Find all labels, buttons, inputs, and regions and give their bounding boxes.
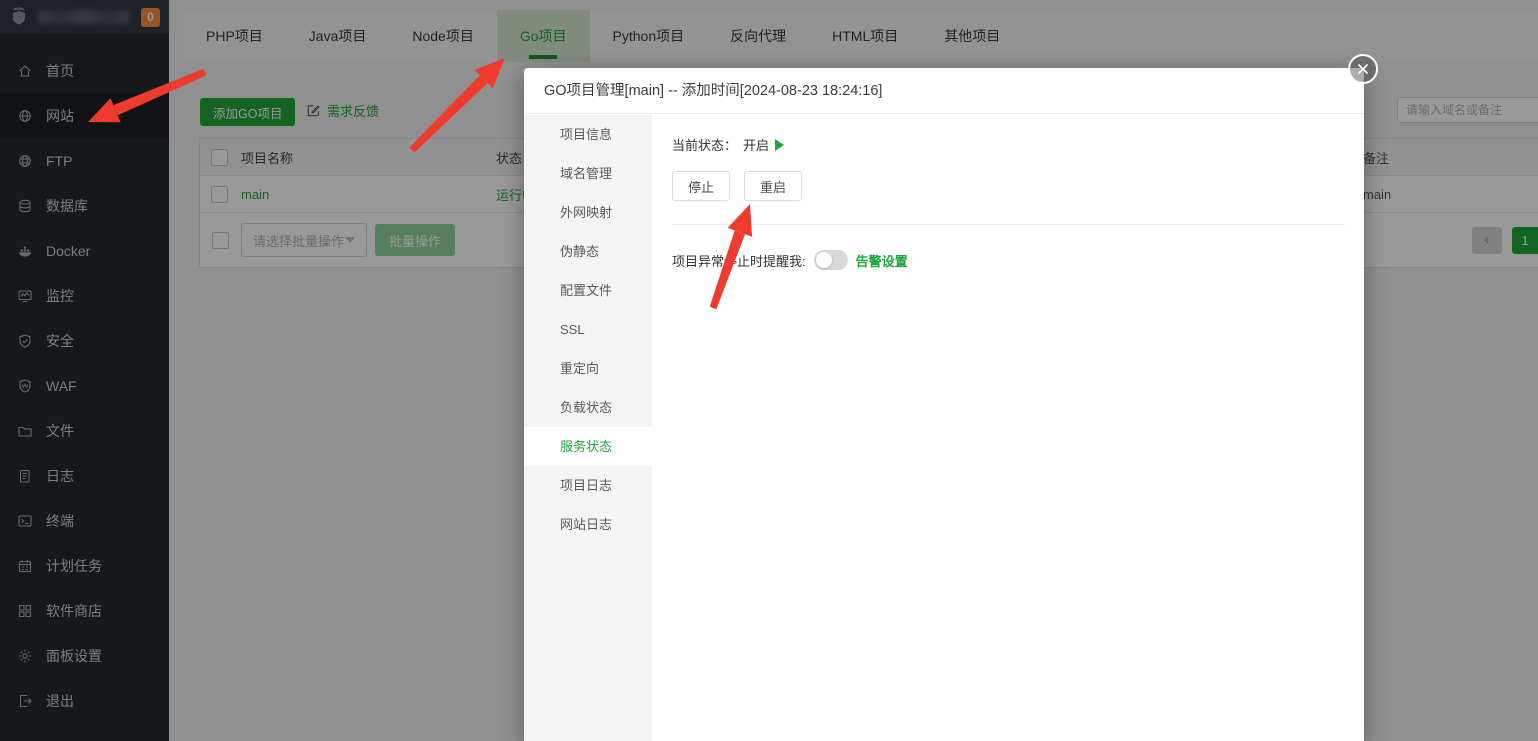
service-control-buttons: 停止 重启 bbox=[672, 171, 1345, 201]
screen: 0 首页 网站 FTP 数据库 Docker 监控 安全 WAF 文件 日志 终… bbox=[0, 0, 1538, 741]
modal-menu-project-log[interactable]: 项目日志 bbox=[524, 466, 652, 505]
alert-settings-link[interactable]: 告警设置 bbox=[856, 251, 908, 270]
modal-menu-external-mapping[interactable]: 外网映射 bbox=[524, 193, 652, 232]
close-icon bbox=[1356, 62, 1370, 76]
modal-close-button[interactable] bbox=[1348, 54, 1378, 84]
modal-menu-load-status[interactable]: 负载状态 bbox=[524, 388, 652, 427]
status-label: 当前状态： bbox=[672, 138, 738, 153]
modal-menu-site-log[interactable]: 网站日志 bbox=[524, 505, 652, 544]
modal-menu-rewrite[interactable]: 伪静态 bbox=[524, 232, 652, 271]
play-icon bbox=[775, 138, 785, 151]
alert-label: 项目异常停止时提醒我: bbox=[672, 253, 806, 269]
modal-menu-domain[interactable]: 域名管理 bbox=[524, 154, 652, 193]
modal-menu-config-file[interactable]: 配置文件 bbox=[524, 271, 652, 310]
alert-toggle[interactable] bbox=[813, 250, 848, 270]
modal-menu-ssl[interactable]: SSL bbox=[524, 310, 652, 349]
go-project-modal: GO项目管理[main] -- 添加时间[2024-08-23 18:24:16… bbox=[524, 54, 1378, 741]
divider bbox=[672, 224, 1345, 225]
modal-menu-redirect[interactable]: 重定向 bbox=[524, 349, 652, 388]
modal-title: GO项目管理[main] -- 添加时间[2024-08-23 18:24:16… bbox=[524, 68, 1364, 114]
modal-menu-project-info[interactable]: 项目信息 bbox=[524, 115, 652, 154]
restart-button[interactable]: 重启 bbox=[744, 171, 803, 201]
modal-menu-service-status[interactable]: 服务状态 bbox=[524, 427, 652, 466]
status-value: 开启 bbox=[743, 138, 770, 153]
stop-button[interactable]: 停止 bbox=[672, 171, 731, 201]
modal-menu: 项目信息 域名管理 外网映射 伪静态 配置文件 SSL 重定向 负载状态 服务状… bbox=[524, 115, 652, 741]
modal-content: 当前状态： 开启 停止 重启 项目异常停止时提醒我: 告警设置 bbox=[652, 115, 1364, 741]
current-status-line: 当前状态： 开启 bbox=[672, 135, 1345, 154]
alert-setting-line: 项目异常停止时提醒我: 告警设置 bbox=[672, 250, 1345, 270]
